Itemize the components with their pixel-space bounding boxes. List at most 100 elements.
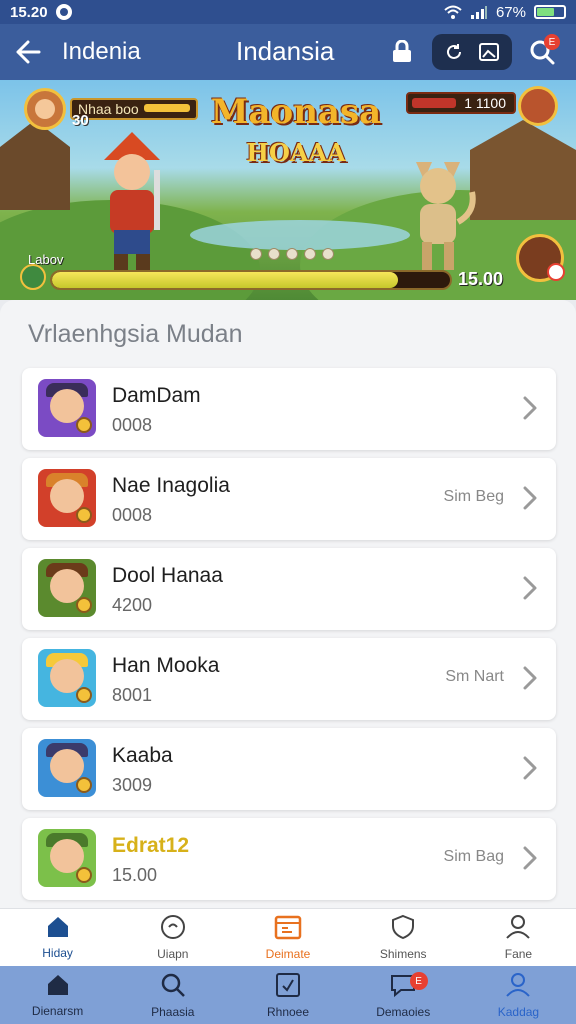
signal-icon [470, 6, 487, 19]
list-item[interactable]: Edrat12 15.00 Sim Bag [22, 818, 556, 900]
item-thumbnail [38, 559, 96, 617]
tab-label: Kaddag [497, 1004, 540, 1019]
checkbox-icon [275, 972, 301, 1005]
app-bar: Indenia Indansia E [0, 24, 576, 80]
score-box: 1 1100 [406, 92, 516, 114]
list-item[interactable]: Nae Inagolia 0008 Sim Beg [22, 458, 556, 540]
page-dot[interactable] [322, 248, 334, 260]
level-badge [20, 264, 46, 290]
search-icon [160, 972, 186, 1005]
progress-value: 15.00 [458, 269, 504, 289]
chevron-right-icon[interactable] [520, 484, 540, 512]
lock-icon [393, 40, 411, 62]
item-thumbnail [38, 469, 96, 527]
tab-uiapn[interactable]: Uiapn [115, 909, 230, 966]
river [190, 220, 410, 250]
item-status: Sim Beg [443, 488, 504, 505]
item-value: 4200 [112, 595, 153, 615]
tab-dienarsm[interactable]: Dienarsm [0, 966, 115, 1024]
tab-rhnoee[interactable]: Rhnoee [230, 966, 345, 1024]
chevron-right-icon[interactable] [520, 754, 540, 782]
wifi-icon [444, 5, 462, 19]
item-name: Nae Inagolia [112, 474, 230, 497]
tab-hiday[interactable]: Hiday [0, 909, 115, 966]
progress-fill [52, 272, 399, 288]
item-name: Dool Hanaa [112, 564, 223, 587]
coin-count: 30 [72, 112, 89, 129]
page-dot[interactable] [304, 248, 316, 260]
page-title: Indansia [236, 36, 335, 66]
item-value: 15.00 [112, 865, 158, 885]
item-thumbnail [38, 649, 96, 707]
item-value: 3009 [112, 775, 153, 795]
chevron-right-icon[interactable] [520, 844, 540, 872]
list-item[interactable]: Han Mooka 8001 Sm Nart [22, 638, 556, 720]
progress-bar [50, 270, 452, 290]
tab-deimate[interactable]: Deimate [230, 909, 345, 966]
cat-character [416, 162, 476, 270]
player-avatar [24, 88, 66, 130]
chevron-right-icon[interactable] [520, 394, 540, 422]
player-info: Nhaa boo [24, 88, 198, 130]
page-dot[interactable] [250, 248, 262, 260]
game-banner[interactable]: Maonasa HOAAA Nhaa boo 30 1 1100 Labov 1… [0, 80, 576, 300]
item-name: Han Mooka [112, 654, 220, 677]
opponent-avatar [518, 86, 558, 126]
page-dots [250, 248, 334, 260]
content-sheet: Vrlaenhgsia Mudan DamDam 0008 Nae Inagolia… [0, 300, 576, 912]
user-icon [505, 914, 531, 947]
notification-icon [55, 4, 72, 20]
tab-fane[interactable]: Fane [461, 909, 576, 966]
chevron-right-icon[interactable] [520, 574, 540, 602]
item-status: Sim Bag [443, 848, 504, 865]
user-icon [505, 972, 531, 1005]
corner-avatar[interactable] [516, 234, 565, 282]
section-title: Vrlaenhgsia Mudan [28, 320, 243, 348]
item-list: DamDam 0008 Nae Inagolia 0008 Sim Beg Dool Ha… [22, 368, 556, 908]
tab-kaddag[interactable]: Kaddag [461, 966, 576, 1024]
calendar-icon [274, 914, 302, 947]
item-name: DamDam [112, 384, 201, 407]
refresh-icon[interactable] [444, 42, 464, 62]
arrow-left-icon [16, 40, 41, 64]
tab-label: Hiday [42, 946, 73, 960]
tab-label: Deimate [265, 947, 311, 961]
tab-bar-primary: Hiday Uiapn Deimate Shimens Fane [0, 908, 576, 966]
item-name: Kaaba [112, 744, 173, 767]
notification-badge: E [409, 972, 428, 990]
compass-icon [160, 914, 186, 947]
score-value: 1 1100 [464, 95, 506, 111]
list-item[interactable]: DamDam 0008 [22, 368, 556, 450]
list-item[interactable]: Dool Hanaa 4200 [22, 548, 556, 630]
shield-icon [391, 914, 415, 947]
page-dot[interactable] [286, 248, 298, 260]
battery-percent: 67% [495, 3, 526, 21]
list-item[interactable]: Kaaba 3009 [22, 728, 556, 810]
status-time: 15.20 [10, 3, 48, 21]
lock-button[interactable] [382, 32, 422, 72]
tab-label: Demaoies [376, 1004, 431, 1019]
page-dot[interactable] [268, 248, 280, 260]
item-thumbnail [38, 739, 96, 797]
item-thumbnail [38, 829, 96, 887]
item-name: Edrat12 [112, 834, 190, 857]
back-button[interactable] [0, 24, 56, 80]
tab-label: Uiapn [157, 947, 189, 961]
tab-demaoies[interactable]: Demaoies E [346, 966, 461, 1024]
search-button[interactable]: E [522, 32, 562, 72]
chevron-right-icon[interactable] [520, 664, 540, 692]
tab-label: Shimens [379, 947, 427, 961]
toolbar-pill [432, 34, 512, 70]
tab-label: Fane [504, 947, 533, 961]
app-subtitle: Indenia [62, 38, 141, 65]
battery-icon [534, 5, 566, 19]
tab-label: Dienarsm [31, 1003, 84, 1018]
item-value: 0008 [112, 415, 153, 435]
tab-label: Phaasia [151, 1004, 195, 1019]
player-xp-bar [144, 104, 190, 112]
item-status: Sm Nart [445, 668, 504, 685]
image-icon[interactable] [478, 42, 500, 62]
tab-phaasia[interactable]: Phaasia [115, 966, 230, 1024]
tab-shimens[interactable]: Shimens [346, 909, 461, 966]
item-value: 8001 [112, 685, 153, 705]
